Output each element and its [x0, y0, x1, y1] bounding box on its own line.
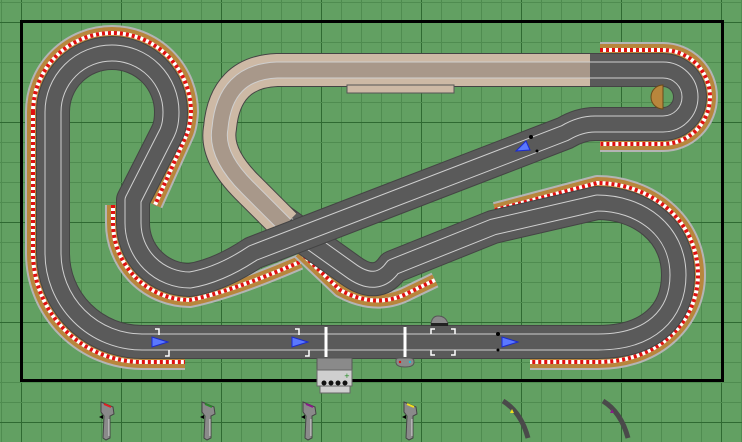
controller-green[interactable]: [200, 401, 216, 441]
lane-sensor-yellow[interactable]: [501, 398, 531, 439]
bridge-support: [346, 84, 455, 94]
controller-icon[interactable]: [201, 401, 216, 441]
controller-icon[interactable]: [403, 401, 418, 441]
svg-text:+: +: [344, 372, 350, 380]
controllers: [99, 398, 631, 441]
car-top[interactable]: [430, 315, 449, 326]
controller-icon[interactable]: [302, 401, 317, 441]
lane-sensor-icon[interactable]: [601, 398, 631, 439]
car-bottom[interactable]: [395, 357, 415, 368]
controller-trigger: [402, 415, 406, 419]
controller-icon[interactable]: [100, 401, 115, 441]
lane-sensor-purple[interactable]: [601, 398, 631, 439]
hairpin-fan: [650, 84, 664, 110]
track-canvas[interactable]: +: [0, 0, 742, 442]
controller-purple[interactable]: [301, 401, 317, 441]
lane-sensor-icon[interactable]: [501, 398, 531, 439]
controller-yellow[interactable]: [402, 401, 418, 441]
pit-building[interactable]: +: [316, 357, 353, 394]
